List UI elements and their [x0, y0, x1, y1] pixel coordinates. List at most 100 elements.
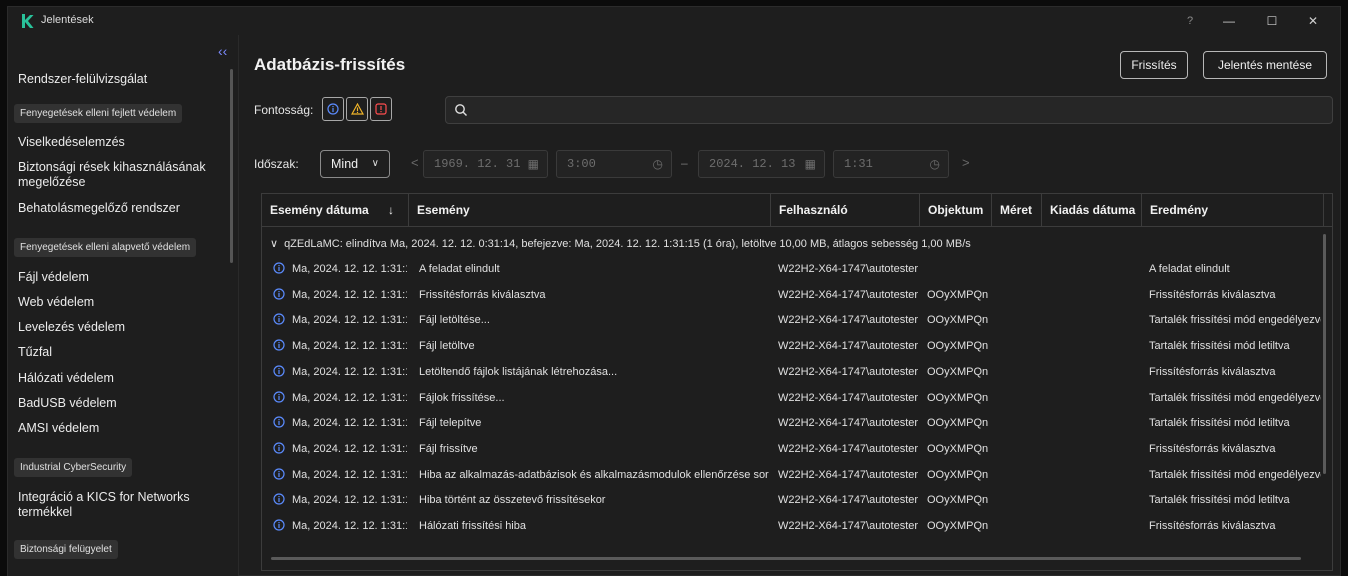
cell-event-date: Ma, 2024. 12. 12. 1:31:14	[292, 442, 407, 455]
search-input[interactable]	[445, 96, 1333, 124]
column-header-event[interactable]: Esemény	[409, 194, 771, 227]
calendar-icon[interactable]: ▦	[528, 151, 539, 177]
vertical-scrollbar[interactable]	[1323, 234, 1326, 474]
table-row[interactable]: Ma, 2024. 12. 12. 1:31:14 Frissítésforrás…	[262, 284, 1322, 308]
table-row[interactable]: Ma, 2024. 12. 12. 1:31:14 Fájl letöltése.…	[262, 309, 1322, 333]
sidebar-item-mail-protection[interactable]: Levelezés védelem	[18, 320, 218, 335]
table-row[interactable]: Ma, 2024. 12. 12. 1:31:14 A feladat elind…	[262, 258, 1322, 282]
severity-warning-toggle[interactable]	[346, 97, 368, 121]
sidebar-item-kics-integration[interactable]: Integráció a KICS for Networks termékkel	[18, 490, 218, 520]
cell-event: Fájl letöltése...	[419, 314, 490, 327]
clock-icon[interactable]: ◷	[930, 151, 940, 177]
maximize-button[interactable]: ☐	[1260, 12, 1284, 30]
column-header-event-date[interactable]: Esemény dátuma ↓	[262, 194, 409, 227]
cell-user: W22H2-X64-1747\autotester	[778, 417, 919, 430]
refresh-button[interactable]: Frissítés	[1120, 51, 1188, 79]
cell-user: W22H2-X64-1747\autotester	[778, 520, 919, 532]
page-title: Adatbázis-frissítés	[254, 55, 406, 74]
sidebar-scrollbar[interactable]	[230, 69, 233, 263]
cell-result: Tartalék frissítési mód engedélyezve	[1149, 468, 1321, 481]
period-label: Időszak:	[254, 157, 299, 171]
info-icon	[273, 390, 285, 403]
from-time-input[interactable]: 3:00 ◷	[556, 150, 672, 178]
sidebar-item-firewall[interactable]: Tűzfal	[18, 345, 218, 360]
table-row[interactable]: Ma, 2024. 12. 12. 1:31:14 Fájl letöltve W2…	[262, 335, 1322, 359]
cell-user: W22H2-X64-1747\autotester	[778, 263, 919, 275]
collapse-sidebar-icon[interactable]: ‹‹	[218, 43, 227, 59]
cell-event-date: Ma, 2024. 12. 12. 1:31:14	[292, 391, 407, 404]
severity-error-toggle[interactable]	[370, 97, 392, 121]
chevron-down-icon[interactable]: ∨	[270, 238, 278, 250]
column-header-size[interactable]: Méret	[992, 194, 1042, 227]
sidebar-item-network-protection[interactable]: Hálózati védelem	[18, 371, 218, 386]
cell-result: Tartalék frissítési mód engedélyezve	[1149, 314, 1321, 327]
sidebar-item-behavior-detection[interactable]: Viselkedéselemzés	[18, 135, 218, 150]
cell-user: W22H2-X64-1747\autotester	[778, 494, 919, 507]
calendar-icon[interactable]: ▦	[805, 151, 816, 177]
cell-event-date: Ma, 2024. 12. 12. 1:31:14	[292, 340, 407, 353]
table-row[interactable]: Ma, 2024. 12. 12. 1:31:14 Hiba az alkalma…	[262, 464, 1322, 488]
info-icon	[273, 262, 285, 274]
from-date-input[interactable]: 1969. 12. 31 ▦	[423, 150, 548, 178]
sidebar-item-web-protection[interactable]: Web védelem	[18, 295, 218, 310]
sidebar: ‹‹ Rendszer-felülvizsgálat Fenyegetések …	[8, 35, 239, 576]
to-date-input[interactable]: 2024. 12. 13 ▦	[698, 150, 825, 178]
to-date-value: 2024. 12. 13	[709, 157, 796, 171]
cell-event-date: Ma, 2024. 12. 12. 1:31:14	[292, 288, 407, 301]
minimize-button[interactable]: —	[1217, 12, 1241, 30]
main-panel: Adatbázis-frissítés Frissítés Jelentés m…	[240, 35, 1340, 575]
column-header-user[interactable]: Felhasználó	[771, 194, 920, 227]
column-header-result[interactable]: Eredmény	[1142, 194, 1324, 227]
window-title: Jelentések	[41, 14, 94, 26]
sidebar-group-industrial-cybersecurity: Industrial CyberSecurity	[14, 458, 133, 477]
to-time-input[interactable]: 1:31 ◷	[833, 150, 949, 178]
next-period-icon[interactable]: >	[962, 155, 970, 170]
cell-result: Frissítésforrás kiválasztva	[1149, 288, 1276, 301]
cell-result: Frissítésforrás kiválasztva	[1149, 520, 1276, 532]
close-button[interactable]: ✕	[1301, 12, 1325, 30]
table-row[interactable]: Ma, 2024. 12. 12. 1:31:14 Letöltendő fájl…	[262, 361, 1322, 385]
cell-object: OOyXMPQn	[927, 391, 989, 404]
column-header-release-date[interactable]: Kiadás dátuma	[1042, 194, 1142, 227]
cell-result: A feladat elindult	[1149, 263, 1230, 275]
app-window: Jelentések ? — ☐ ✕ ‹‹ Rendszer-felülvizs…	[7, 6, 1341, 576]
cell-user: W22H2-X64-1747\autotester	[778, 391, 919, 404]
column-header-object[interactable]: Objektum	[920, 194, 992, 227]
help-icon[interactable]: ?	[1178, 12, 1202, 30]
cell-event-date: Ma, 2024. 12. 12. 1:31:14	[292, 263, 407, 275]
table-row[interactable]: Ma, 2024. 12. 12. 1:31:14 Fájl telepítve W…	[262, 412, 1322, 436]
sidebar-item-system-audit[interactable]: Rendszer-felülvizsgálat	[18, 72, 218, 87]
table-row[interactable]: Ma, 2024. 12. 12. 1:31:14 Hálózati frissí…	[262, 515, 1322, 539]
table-row[interactable]: Ma, 2024. 12. 12. 1:31:14 Fájlok frissíté…	[262, 387, 1322, 411]
info-icon	[273, 288, 285, 300]
cell-object: OOyXMPQn	[927, 442, 989, 455]
cell-user: W22H2-X64-1747\autotester	[778, 288, 919, 301]
period-select[interactable]: Mind ∨	[320, 150, 390, 178]
cell-user: W22H2-X64-1747\autotester	[778, 365, 919, 378]
warning-icon	[350, 103, 364, 115]
sidebar-item-intrusion-prevention[interactable]: Behatolásmegelőző rendszer	[18, 201, 218, 216]
info-icon	[273, 339, 285, 351]
table-row[interactable]: Ma, 2024. 12. 12. 1:31:14 Fájl frissítve W…	[262, 438, 1322, 462]
cell-object: OOyXMPQn	[927, 340, 989, 353]
prev-period-icon[interactable]: <	[411, 155, 419, 170]
sidebar-item-amsi-protection[interactable]: AMSI védelem	[18, 421, 218, 436]
severity-info-toggle[interactable]	[322, 97, 344, 121]
horizontal-scrollbar[interactable]	[271, 557, 1301, 560]
cell-user: W22H2-X64-1747\autotester	[778, 314, 919, 327]
sidebar-item-badusb-protection[interactable]: BadUSB védelem	[18, 396, 218, 411]
info-icon	[273, 493, 285, 505]
info-icon	[273, 519, 285, 531]
severity-filter	[322, 97, 392, 121]
sidebar-item-exploit-prevention[interactable]: Biztonsági rések kihasználásának megelőz…	[18, 160, 218, 190]
sidebar-item-file-protection[interactable]: Fájl védelem	[18, 270, 218, 285]
clock-icon[interactable]: ◷	[653, 151, 663, 177]
cell-object: OOyXMPQn	[927, 365, 989, 378]
table-row[interactable]: Ma, 2024. 12. 12. 1:31:14 Hiba történt az…	[262, 489, 1322, 513]
cell-result: Frissítésforrás kiválasztva	[1149, 365, 1276, 378]
cell-result: Tartalék frissítési mód letiltva	[1149, 417, 1290, 430]
task-group-row[interactable]: ∨ qZEdLaMC: elindítva Ma, 2024. 12. 12. 0…	[270, 237, 971, 250]
save-report-button[interactable]: Jelentés mentése	[1203, 51, 1327, 79]
table-header: Esemény dátuma ↓ Esemény Felhasználó Obj…	[262, 194, 1332, 227]
cell-event-date: Ma, 2024. 12. 12. 1:31:14	[292, 468, 407, 481]
